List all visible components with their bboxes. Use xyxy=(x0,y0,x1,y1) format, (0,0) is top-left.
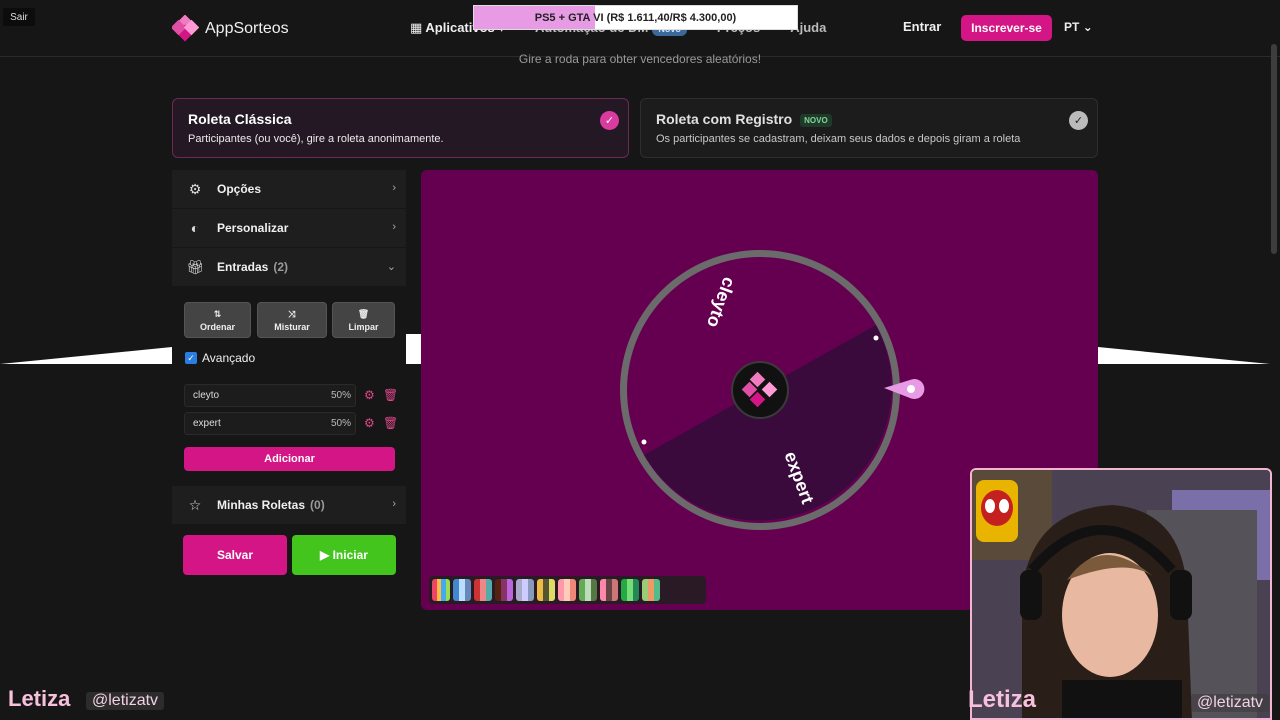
settings-sidebar: ⚙ Opções › ◐ Personalizar › 🎁︎ Entradas … xyxy=(172,170,406,287)
palette-swatch[interactable] xyxy=(621,579,639,601)
advanced-checkbox[interactable]: ✓ Avançado xyxy=(185,351,255,365)
streamer-name: Letiza xyxy=(968,686,1037,713)
palette-swatch[interactable] xyxy=(579,579,597,601)
palette-icon: ◐ xyxy=(190,220,200,236)
trash-icon[interactable]: 🗑︎ xyxy=(383,388,398,402)
decorative-edge xyxy=(0,347,172,364)
palette-swatch[interactable] xyxy=(474,579,492,601)
palette-swatch[interactable] xyxy=(495,579,513,601)
mode-title: Roleta Clássica xyxy=(188,111,292,127)
palette-swatch[interactable] xyxy=(453,579,471,601)
language-select[interactable]: PT ⌄ xyxy=(1064,20,1093,34)
palette-swatch[interactable] xyxy=(642,579,660,601)
entry-field[interactable]: expert 50% xyxy=(184,412,356,435)
palette-swatch[interactable] xyxy=(558,579,576,601)
palette-swatch[interactable] xyxy=(600,579,618,601)
wheel-peg xyxy=(641,439,647,445)
streamer-camera-image xyxy=(972,470,1270,718)
page-scrollbar[interactable] xyxy=(1271,44,1277,254)
saved-wheels-count: (0) xyxy=(310,498,325,512)
entry-percent: 50% xyxy=(330,418,351,429)
add-entry-button[interactable]: Adicionar xyxy=(184,447,395,471)
chevron-down-icon: ⌄ xyxy=(1082,20,1093,34)
chevron-right-icon: › xyxy=(392,221,396,233)
decorative-block xyxy=(406,334,422,364)
chevron-down-icon: ⌄ xyxy=(386,261,396,273)
signup-button[interactable]: Inscrever-se xyxy=(961,15,1052,41)
mode-title: Roleta com Registro xyxy=(656,111,793,127)
entry-field[interactable]: cleyto 50% xyxy=(184,384,356,407)
sidebar-item-label: Opções xyxy=(217,182,262,196)
mode-card-classic[interactable]: Roleta Clássica Participantes (ou você),… xyxy=(172,98,629,158)
sort-label: Ordenar xyxy=(199,321,235,332)
language-label: PT xyxy=(1064,20,1080,34)
donation-goal-text: PS5 + GTA VI (R$ 1.611,40/R$ 4.300,00) xyxy=(534,11,737,24)
shuffle-button[interactable]: ⤨ Misturar xyxy=(257,302,327,338)
entry-percent: 50% xyxy=(330,390,351,401)
check-icon: ✓ xyxy=(600,111,619,130)
decorative-edge xyxy=(1098,347,1270,364)
sidebar-item-label: Minhas Roletas xyxy=(217,498,306,512)
page-subtitle: Gire a roda para obter vencedores aleató… xyxy=(518,52,762,66)
donation-goal-bar: PS5 + GTA VI (R$ 1.611,40/R$ 4.300,00) xyxy=(473,5,798,30)
gift-icon: 🎁︎ xyxy=(186,258,204,275)
mode-description: Participantes (ou você), gire a roleta a… xyxy=(188,133,444,145)
streamer-handle: @letizatv xyxy=(86,692,165,710)
check-icon: ✓ xyxy=(1069,111,1088,130)
sidebar-item-minhas-roletas[interactable]: ☆ Minhas Roletas (0) › xyxy=(172,486,406,525)
checkbox-checked-icon: ✓ xyxy=(185,352,197,364)
login-button[interactable]: Entrar xyxy=(903,19,941,34)
exit-button[interactable]: Sair xyxy=(3,8,35,26)
gear-icon[interactable]: ⚙ xyxy=(364,416,375,430)
sidebar-item-label: Personalizar xyxy=(217,221,289,235)
sort-icon: ⇅ xyxy=(213,308,222,319)
entries-count: (2) xyxy=(273,260,289,274)
sidebar-item-personalizar[interactable]: ◐ Personalizar › xyxy=(172,209,406,248)
brand-name: AppSorteos xyxy=(205,19,289,37)
shuffle-label: Misturar xyxy=(274,321,310,332)
mode-card-registration[interactable]: Roleta com Registro NOVO Os participantes… xyxy=(640,98,1098,158)
webcam-overlay xyxy=(970,468,1272,720)
palette-swatch[interactable] xyxy=(516,579,534,601)
start-label: Iniciar xyxy=(332,548,368,562)
new-badge: NOVO xyxy=(800,113,832,127)
star-icon: ☆ xyxy=(188,496,202,513)
sidebar-item-entradas[interactable]: 🎁︎ Entradas (2) ⌄ xyxy=(172,248,406,287)
clear-label: Limpar xyxy=(348,321,379,332)
sort-button[interactable]: ⇅ Ordenar xyxy=(184,302,251,338)
wheel-peg xyxy=(873,335,879,341)
trash-icon[interactable]: 🗑︎ xyxy=(383,416,398,430)
sidebar-item-opcoes[interactable]: ⚙ Opções › xyxy=(172,170,406,209)
mode-title-row: Roleta com Registro NOVO xyxy=(656,111,1082,127)
grid-icon: ▦ xyxy=(410,20,426,35)
wheel-hub xyxy=(731,361,789,419)
clear-button[interactable]: 🗑︎ Limpar xyxy=(332,302,395,338)
play-icon: ▶ xyxy=(320,548,333,562)
mode-description: Os participantes se cadastram, deixam se… xyxy=(656,133,1021,145)
color-palette-bar xyxy=(429,576,706,604)
chevron-right-icon: › xyxy=(392,498,396,510)
advanced-label: Avançado xyxy=(202,351,256,365)
shuffle-icon: ⤨ xyxy=(288,308,296,319)
streamer-name: Letiza xyxy=(8,686,71,711)
streamer-handle: @letizatv xyxy=(1191,694,1270,712)
entry-name: cleyto xyxy=(193,390,220,401)
chevron-right-icon: › xyxy=(392,182,396,194)
gear-icon[interactable]: ⚙ xyxy=(364,388,375,402)
palette-swatch[interactable] xyxy=(432,579,450,601)
palette-swatch[interactable] xyxy=(537,579,555,601)
trash-icon: 🗑︎ xyxy=(357,308,370,319)
save-button[interactable]: Salvar xyxy=(183,535,287,575)
entry-name: expert xyxy=(193,418,221,429)
sidebar-item-label: Entradas xyxy=(217,260,269,274)
logo-icon xyxy=(170,14,200,42)
start-button[interactable]: ▶ Iniciar xyxy=(292,535,396,575)
brand-logo[interactable]: AppSorteos xyxy=(170,14,289,42)
gear-icon: ⚙ xyxy=(188,180,202,197)
